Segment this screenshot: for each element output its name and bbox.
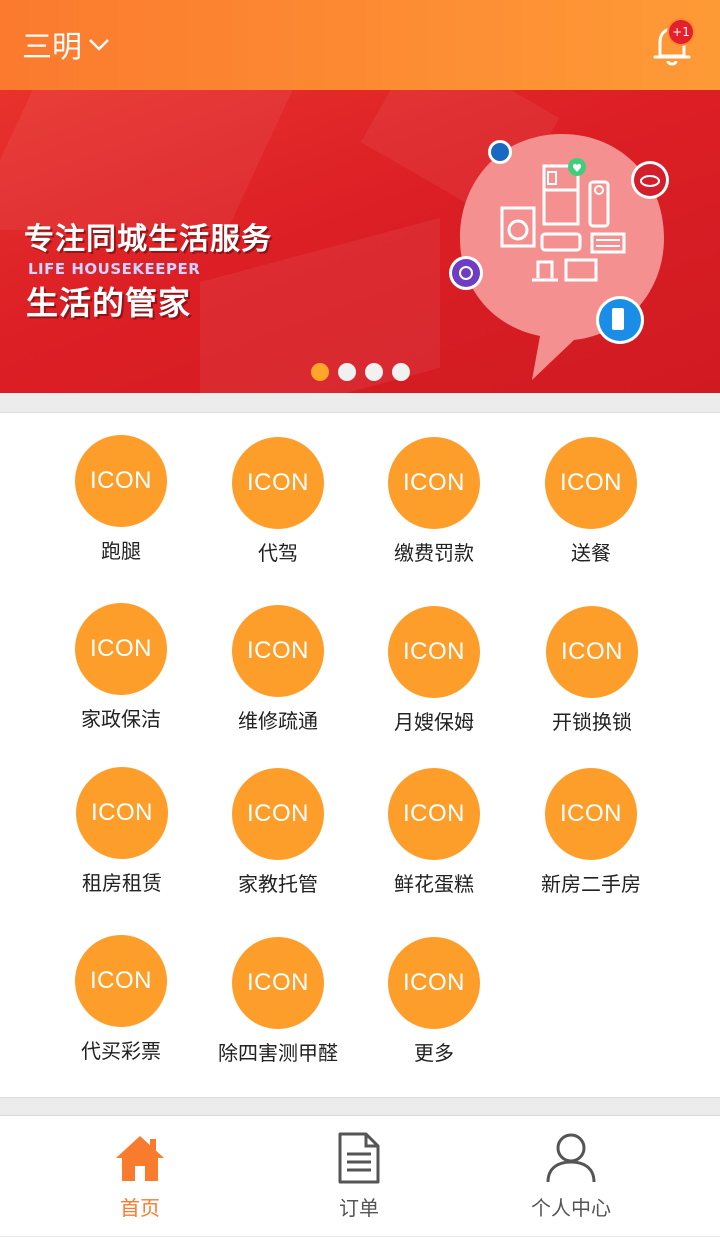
banner-subtitle: LIFE HOUSEKEEPER <box>28 260 201 278</box>
service-icon-placeholder: ICON <box>232 768 324 860</box>
nav-home-label: 首页 <box>120 1196 160 1220</box>
service-nanny[interactable]: ICON 月嫂保姆 <box>359 606 509 746</box>
service-label: 家教托管 <box>238 872 318 896</box>
city-selector[interactable]: 三明 <box>22 22 110 66</box>
service-icon-placeholder: ICON <box>76 767 168 859</box>
banner-title: 专注同城生活服务 <box>24 222 272 257</box>
carousel-dot[interactable] <box>365 363 383 381</box>
city-label: 三明 <box>22 30 82 65</box>
home-icon <box>112 1130 168 1186</box>
chevron-down-icon <box>88 37 110 56</box>
service-icon-placeholder: ICON <box>545 768 637 860</box>
service-housekeeping[interactable]: ICON 家政保洁 <box>46 603 196 743</box>
service-label: 鲜花蛋糕 <box>394 872 474 896</box>
service-icon-placeholder: ICON <box>232 437 324 529</box>
service-locksmith[interactable]: ICON 开锁换锁 <box>517 606 667 746</box>
service-bill-payment[interactable]: ICON 缴费罚款 <box>359 437 509 577</box>
service-label: 更多 <box>414 1041 454 1065</box>
service-icon-placeholder: ICON <box>232 605 324 697</box>
service-label: 代驾 <box>258 541 298 565</box>
service-icon-placeholder: ICON <box>232 937 324 1029</box>
service-icon-placeholder: ICON <box>546 606 638 698</box>
carousel-dot[interactable] <box>338 363 356 381</box>
appliance-illustration <box>440 130 680 393</box>
service-food-delivery[interactable]: ICON 送餐 <box>516 437 666 577</box>
nav-orders[interactable]: 订单 <box>279 1116 439 1237</box>
service-pest-control[interactable]: ICON 除四害测甲醛 <box>203 937 353 1077</box>
bottom-nav: 首页 订单 个人中心 <box>0 1115 720 1236</box>
document-icon <box>331 1130 387 1186</box>
carousel-dot[interactable] <box>392 363 410 381</box>
carousel-indicators <box>311 363 410 381</box>
service-label: 缴费罚款 <box>394 541 474 565</box>
service-label: 新房二手房 <box>541 872 641 896</box>
nav-profile[interactable]: 个人中心 <box>491 1116 651 1237</box>
service-icon-placeholder: ICON <box>545 437 637 529</box>
service-lottery[interactable]: ICON 代买彩票 <box>46 935 196 1075</box>
service-label: 代买彩票 <box>81 1039 161 1063</box>
top-bar: 三明 +1 <box>0 0 720 90</box>
service-icon-placeholder: ICON <box>388 937 480 1029</box>
service-icon-placeholder: ICON <box>75 603 167 695</box>
promo-banner[interactable]: 专注同城生活服务 LIFE HOUSEKEEPER 生活的管家 <box>0 90 720 393</box>
service-icon-placeholder: ICON <box>388 606 480 698</box>
service-tutoring[interactable]: ICON 家教托管 <box>203 768 353 908</box>
service-errand[interactable]: ICON 跑腿 <box>46 435 196 575</box>
service-label: 家政保洁 <box>81 707 161 731</box>
notification-badge: +1 <box>669 20 693 44</box>
service-label: 送餐 <box>571 541 611 565</box>
nav-orders-label: 订单 <box>339 1196 379 1220</box>
service-icon-placeholder: ICON <box>75 435 167 527</box>
banner-tagline: 生活的管家 <box>26 284 192 322</box>
service-more[interactable]: ICON 更多 <box>359 937 509 1077</box>
service-real-estate[interactable]: ICON 新房二手房 <box>516 768 666 908</box>
carousel-dot[interactable] <box>311 363 329 381</box>
service-icon-placeholder: ICON <box>388 768 480 860</box>
service-label: 月嫂保姆 <box>394 710 474 734</box>
user-icon <box>543 1130 599 1186</box>
service-flowers-cake[interactable]: ICON 鲜花蛋糕 <box>359 768 509 908</box>
nav-profile-label: 个人中心 <box>531 1196 611 1220</box>
service-designated-driver[interactable]: ICON 代驾 <box>203 437 353 577</box>
service-rental[interactable]: ICON 租房租赁 <box>47 767 197 907</box>
service-label: 除四害测甲醛 <box>218 1041 338 1065</box>
service-icon-placeholder: ICON <box>75 935 167 1027</box>
service-label: 跑腿 <box>101 539 141 563</box>
service-icon-placeholder: ICON <box>388 437 480 529</box>
service-label: 维修疏通 <box>238 709 318 733</box>
nav-home[interactable]: 首页 <box>60 1116 220 1237</box>
service-label: 租房租赁 <box>82 871 162 895</box>
service-repair[interactable]: ICON 维修疏通 <box>203 605 353 745</box>
service-grid: ICON 跑腿 ICON 代驾 ICON 缴费罚款 ICON 送餐 ICON 家… <box>0 412 720 1098</box>
service-label: 开锁换锁 <box>552 710 632 734</box>
